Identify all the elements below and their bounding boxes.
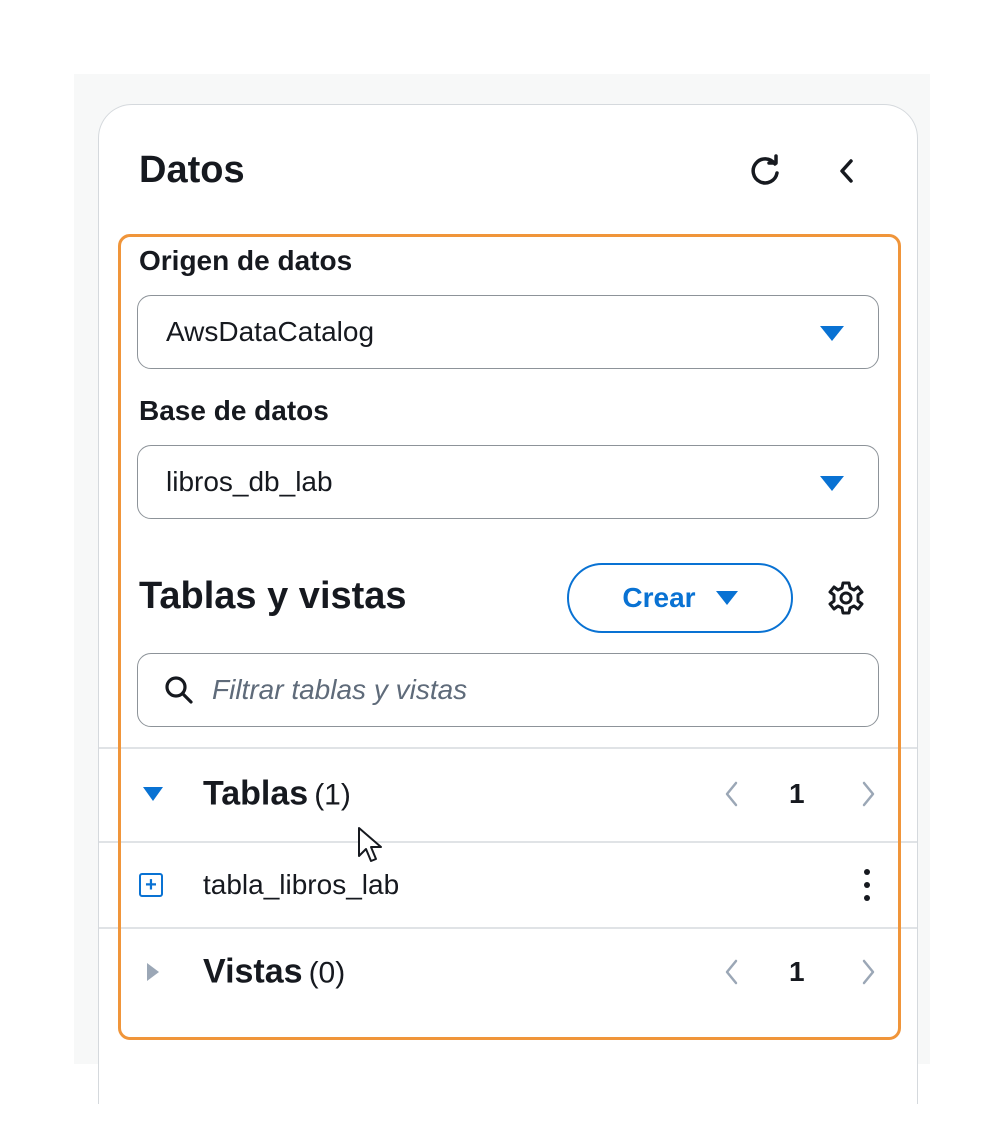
tables-next-page-button[interactable]	[853, 774, 883, 814]
tables-group-header: Tablas (1) 1	[99, 749, 917, 839]
chevron-left-icon	[725, 959, 738, 985]
create-button-label: Crear	[622, 582, 696, 613]
tables-group-label: Tablas	[203, 774, 309, 813]
views-group-count: (0)	[308, 956, 346, 990]
tables-group-count: (1)	[314, 778, 351, 812]
caret-down-icon	[820, 476, 844, 491]
panel-title: Datos	[139, 149, 245, 191]
refresh-button[interactable]	[745, 149, 785, 193]
chevron-right-icon	[862, 959, 875, 985]
views-next-page-button[interactable]	[853, 952, 883, 992]
table-name: tabla_libros_lab	[203, 869, 400, 900]
caret-down-icon	[820, 326, 844, 341]
views-group-title: Vistas (0)	[203, 953, 345, 992]
expand-tables-toggle[interactable]	[139, 780, 167, 808]
views-group-label: Vistas	[203, 952, 303, 991]
tables-prev-page-button[interactable]	[717, 774, 747, 814]
refresh-icon	[751, 154, 779, 185]
gear-icon	[828, 581, 864, 615]
caret-down-icon	[715, 591, 738, 605]
database-value: libros_db_lab	[166, 466, 333, 497]
caret-down-icon	[143, 787, 163, 801]
tables-page-number[interactable]: 1	[789, 778, 805, 810]
database-label: Base de datos	[139, 395, 329, 426]
expand-views-toggle[interactable]	[139, 958, 167, 986]
tables-group-title: Tablas (1)	[203, 775, 351, 814]
filter-search-field[interactable]	[137, 653, 879, 727]
chevron-left-icon	[725, 781, 738, 807]
expand-table-icon[interactable]: +	[139, 873, 163, 897]
chevron-left-icon	[840, 159, 853, 183]
data-source-label: Origen de datos	[139, 245, 353, 276]
tables-section-title: Tablas y vistas	[139, 575, 407, 617]
chevron-right-icon	[862, 781, 875, 807]
create-button[interactable]: Crear	[567, 563, 793, 633]
table-row[interactable]: + tabla_libros_lab	[99, 843, 917, 927]
data-source-select[interactable]: AwsDataCatalog	[137, 295, 879, 369]
database-select[interactable]: libros_db_lab	[137, 445, 879, 519]
views-group-header: Vistas (0) 1	[99, 927, 917, 1017]
views-page-number[interactable]: 1	[789, 956, 805, 988]
data-panel: Datos Origen de datos AwsDataCatalog Bas…	[98, 104, 918, 1104]
views-prev-page-button[interactable]	[717, 952, 747, 992]
caret-right-icon	[147, 963, 159, 981]
filter-input[interactable]	[212, 674, 812, 706]
search-icon	[165, 676, 193, 704]
settings-button[interactable]	[825, 577, 867, 619]
collapse-panel-button[interactable]	[827, 149, 867, 193]
more-actions-icon[interactable]	[855, 863, 879, 907]
data-source-value: AwsDataCatalog	[166, 316, 375, 347]
